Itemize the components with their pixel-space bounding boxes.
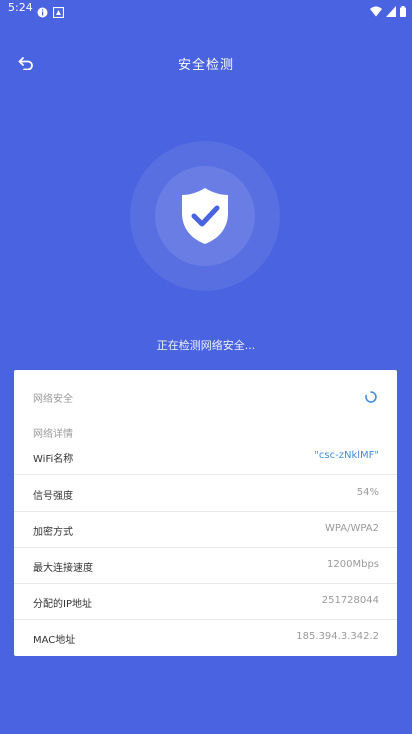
detail-label: 最大连接速度 — [33, 563, 93, 574]
network-details-card: 网络安全 网络详情 WiFi名称 "csc-zNklMF" 信号强度 54% 加… — [14, 370, 397, 656]
page-title: 安全检测 — [177, 58, 234, 73]
shield-check-icon — [182, 188, 228, 244]
notification-icon — [52, 3, 65, 19]
battery-icon — [400, 2, 406, 21]
detail-row-signal-strength: 信号强度 54% — [14, 475, 397, 512]
detail-row-ip-address: 分配的IP地址 251728044 — [14, 583, 397, 620]
detail-label: 加密方式 — [33, 527, 73, 538]
detail-row-max-speed: 最大连接速度 1200Mbps — [14, 547, 397, 584]
detail-value: 54% — [356, 487, 379, 498]
shield-illustration — [130, 141, 280, 291]
detail-label: 分配的IP地址 — [33, 599, 92, 610]
detail-row-encryption: 加密方式 WPA/WPA2 — [14, 511, 397, 548]
network-security-label: 网络安全 — [33, 394, 73, 405]
wifi-icon — [370, 2, 382, 21]
status-time: 5:24 — [8, 1, 33, 14]
detail-row-wifi-name: WiFi名称 "csc-zNklMF" — [14, 438, 397, 475]
loading-spinner-icon — [365, 391, 377, 403]
signal-icon — [386, 2, 396, 21]
detail-label: MAC地址 — [33, 635, 76, 646]
detail-value: "csc-zNklMF" — [314, 450, 379, 461]
top-bar: 安全检测 — [0, 40, 412, 84]
detail-row-mac-address: MAC地址 185.394.3.342.2 — [14, 619, 397, 655]
detail-value: 1200Mbps — [327, 559, 379, 570]
scan-status-text: 正在检测网络安全... — [156, 339, 256, 352]
detail-label: WiFi名称 — [33, 454, 74, 465]
detail-label: 信号强度 — [33, 491, 73, 502]
detail-value: 185.394.3.342.2 — [296, 631, 379, 642]
status-bar: 5:24 — [0, 0, 412, 21]
detail-value: WPA/WPA2 — [325, 523, 379, 534]
info-icon — [37, 3, 48, 18]
detail-value: 251728044 — [321, 595, 379, 606]
